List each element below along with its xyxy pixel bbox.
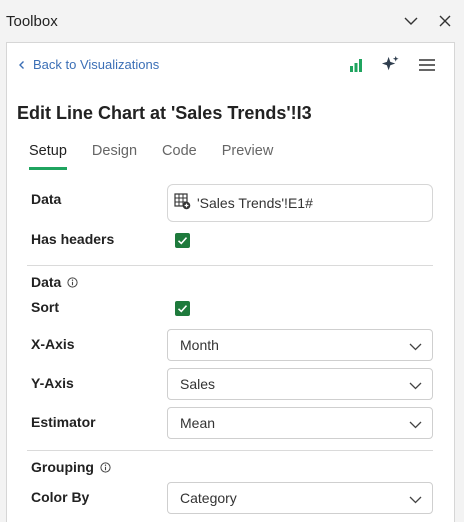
back-to-visualizations-link[interactable]: Back to Visualizations — [17, 57, 159, 72]
chevron-down-icon — [409, 496, 422, 504]
yaxis-value: Sales — [180, 376, 216, 392]
checkmark-icon — [177, 237, 188, 245]
data-section-label: Data — [31, 274, 62, 290]
estimator-value: Mean — [180, 415, 216, 431]
data-range-field[interactable]: 'Sales Trends'!E1# — [167, 184, 433, 222]
chevron-down-icon — [409, 421, 422, 429]
divider — [27, 450, 433, 451]
data-label: Data — [31, 191, 62, 207]
page-title: Edit Line Chart at 'Sales Trends'!I3 — [17, 103, 312, 123]
menu-icon[interactable] — [418, 58, 436, 77]
chevron-down-icon — [409, 382, 422, 390]
colorby-value: Category — [180, 490, 237, 506]
close-icon[interactable] — [438, 14, 452, 28]
estimator-label: Estimator — [31, 414, 96, 430]
xaxis-select[interactable]: Month — [167, 329, 433, 361]
tab-bar: Setup Design Code Preview — [29, 143, 298, 170]
tab-preview[interactable]: Preview — [222, 143, 274, 170]
colorby-select[interactable]: Category — [167, 482, 433, 514]
sparkle-icon[interactable] — [381, 55, 400, 79]
sort-label: Sort — [31, 299, 59, 315]
editor-panel: Back to Visualizations Edit Line Chart a… — [6, 42, 455, 522]
chevron-down-icon[interactable] — [404, 14, 418, 28]
checkmark-icon — [177, 305, 188, 313]
back-label: Back to Visualizations — [33, 57, 160, 72]
chevron-down-icon — [409, 343, 422, 351]
tab-setup[interactable]: Setup — [29, 143, 67, 170]
has-headers-label: Has headers — [31, 231, 115, 247]
grouping-section-heading: Grouping — [31, 459, 111, 476]
data-range-value: 'Sales Trends'!E1# — [197, 195, 313, 211]
tab-code[interactable]: Code — [162, 143, 197, 170]
grouping-section-label: Grouping — [31, 459, 94, 475]
table-link-icon — [174, 193, 191, 213]
tab-design[interactable]: Design — [92, 143, 137, 170]
info-icon[interactable] — [67, 275, 78, 291]
toolbox-titlebar: Toolbox — [0, 0, 464, 42]
data-section-heading: Data — [31, 274, 78, 291]
has-headers-checkbox[interactable] — [175, 233, 190, 248]
xaxis-value: Month — [180, 337, 219, 353]
info-icon[interactable] — [100, 460, 111, 476]
xaxis-label: X-Axis — [31, 336, 75, 352]
yaxis-select[interactable]: Sales — [167, 368, 433, 400]
chevron-left-icon — [19, 60, 24, 69]
estimator-select[interactable]: Mean — [167, 407, 433, 439]
toolbox-title: Toolbox — [6, 13, 58, 30]
colorby-label: Color By — [31, 489, 90, 505]
bar-chart-icon[interactable] — [349, 58, 363, 77]
yaxis-label: Y-Axis — [31, 375, 74, 391]
sort-checkbox[interactable] — [175, 301, 190, 316]
divider — [27, 265, 433, 266]
